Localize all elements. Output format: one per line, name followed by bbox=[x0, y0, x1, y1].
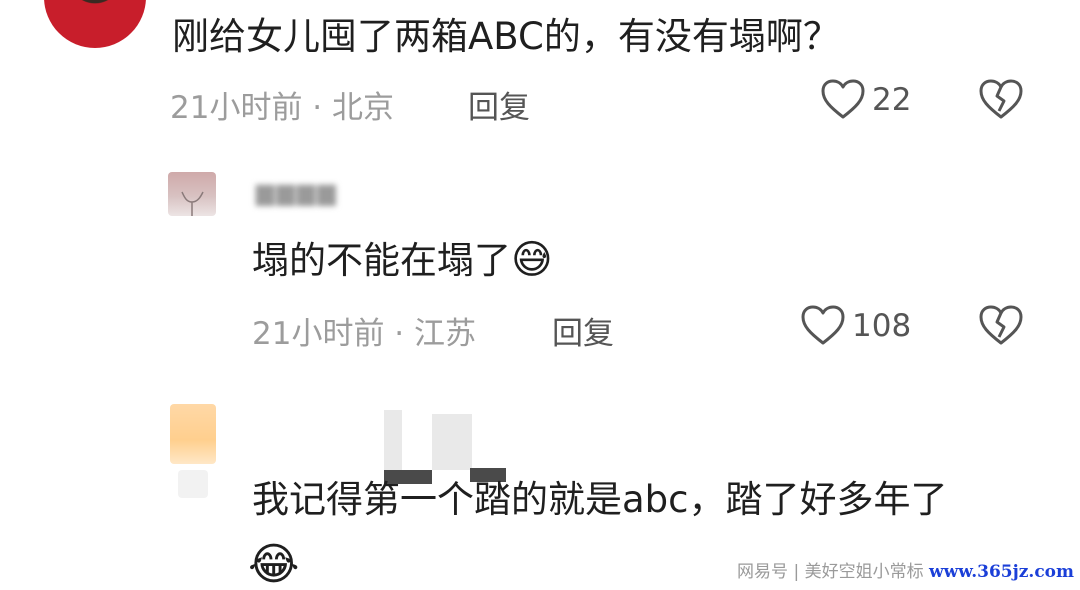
broken-heart-icon[interactable] bbox=[978, 78, 1024, 120]
avatar[interactable] bbox=[170, 404, 216, 464]
watermark: 网易号 | 美好空姐小常标 www.365jz.com bbox=[737, 557, 1074, 582]
avatar[interactable] bbox=[44, 0, 146, 48]
comment-text: 刚给女儿囤了两箱ABC的，有没有塌啊？ bbox=[172, 15, 840, 58]
reply-button[interactable]: 回复 bbox=[468, 82, 530, 127]
comment-text: 我记得第一个踏的就是abc，踏了好多年了 bbox=[252, 478, 948, 521]
comment-time-location: 21小时前 · 北京 bbox=[170, 90, 395, 126]
avatar-shadow bbox=[178, 470, 208, 498]
like-count: 108 bbox=[852, 308, 912, 344]
joy-emoji: 😂 bbox=[248, 539, 300, 590]
redaction-block bbox=[432, 414, 472, 470]
reply-button[interactable]: 回复 bbox=[552, 308, 614, 353]
sweat-smile-emoji: 😅 bbox=[511, 237, 553, 283]
comment-text: 塌的不能在塌了😅 bbox=[252, 238, 553, 283]
redaction-block bbox=[384, 410, 402, 470]
watermark-text: 网易号 | 美好空姐小常标 bbox=[737, 562, 924, 582]
heart-outline-icon[interactable] bbox=[820, 78, 866, 120]
username-redacted[interactable]: ▆▆▆▆ bbox=[256, 178, 338, 206]
watermark-site: www.365jz.com bbox=[929, 562, 1074, 582]
like-count: 22 bbox=[872, 82, 912, 118]
comment-time-location: 21小时前 · 江苏 bbox=[252, 316, 477, 352]
broken-heart-icon[interactable] bbox=[978, 304, 1024, 346]
comment-body: 塌的不能在塌了 bbox=[252, 239, 511, 282]
avatar[interactable] bbox=[168, 172, 216, 216]
heart-outline-icon[interactable] bbox=[800, 304, 846, 346]
